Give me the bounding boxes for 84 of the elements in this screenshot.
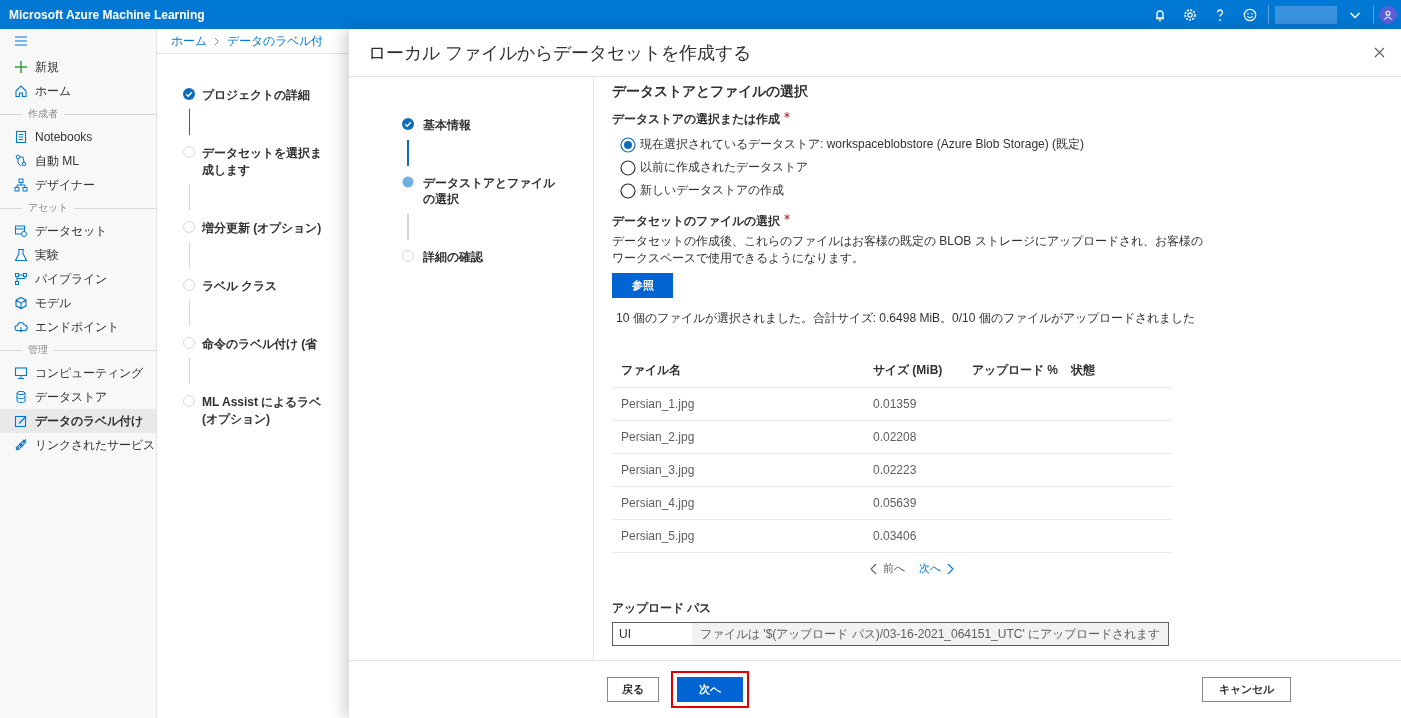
column-header: ファイル名 [612,353,864,388]
dialog-title: ローカル ファイルからデータセットを作成する [368,41,752,65]
table-cell: Persian_4.jpg [612,486,864,520]
table-cell: 0.01359 [864,387,963,421]
nav-item[interactable]: コンピューティング [0,361,156,385]
radio-option[interactable]: 以前に作成されたデータストア [620,159,1212,176]
wizard-step-label: 詳細の確認 [423,250,484,265]
radio-option[interactable]: 新しいデータストアの作成 [620,182,1212,199]
wizard-step-label: 基本情報 [423,118,472,133]
chevron-left-icon [870,562,877,575]
wizard-step-label: 成します [202,162,251,179]
home-icon [14,84,28,98]
back-button[interactable]: 戻る [607,677,659,702]
table-cell: Persian_3.jpg [612,453,864,487]
person-icon [1383,9,1393,20]
nav-item[interactable]: データセット [0,219,156,243]
monitor-icon [14,366,28,380]
column-header: サイズ (MiB) [864,353,963,388]
table-cell: Persian_1.jpg [612,387,864,421]
nav-item[interactable]: データのラベル付け [0,409,156,433]
breadcrumb-link[interactable]: ホーム [171,32,207,50]
wizard-step-label: 増分更新 (オプション) [202,220,322,237]
link-icon [14,438,28,452]
table-cell: 0.02223 [864,453,963,487]
database-icon [14,390,28,404]
close-icon [1374,47,1385,58]
smiley-icon[interactable] [1243,7,1257,22]
chevron-right-icon [947,562,954,575]
field-label: アップロード パス [612,601,713,616]
table-cell: 0.03406 [864,519,963,553]
wizard-step-label: データストアとファイルの選択 [423,176,556,207]
field-label: データストアの選択または作成 [612,112,780,127]
table-cell: Persian_5.jpg [612,519,864,553]
section-header: 管理 [28,343,48,357]
dataset-icon [14,224,28,238]
cancel-button[interactable]: キャンセル [1202,677,1291,702]
breadcrumb-link[interactable]: データのラベル付 [227,32,323,50]
app-title: Microsoft Azure Machine Learning [9,7,206,22]
wizard-step-label: 命令のラベル付け (省 [202,336,318,353]
nav-item[interactable]: エンドポイント [0,315,156,339]
plus-icon [14,60,28,74]
wizard-step-label: プロジェクトの詳細 [202,87,310,104]
nav-item[interactable]: データストア [0,385,156,409]
edit-icon [14,414,28,428]
pipeline-icon [14,272,28,286]
nav-item[interactable]: パイプライン [0,267,156,291]
settings-icon[interactable] [1183,7,1197,22]
nav-item[interactable]: ホーム [0,79,156,103]
hierarchy-icon [14,178,28,192]
notebook-icon [14,130,28,144]
wizard-step-label: ラベル クラス [202,278,278,295]
next-button[interactable]: 次へ [671,671,749,708]
field-label: データセットのファイルの選択 [612,214,780,229]
cube-icon [14,296,28,310]
table-cell: Persian_2.jpg [612,420,864,454]
nav-item[interactable]: Notebooks [0,125,156,149]
description-text: データセットの作成後、これらのファイルはお客様の既定の BLOB ストレージにアップロードされ、お客様のワークスペースで使用できるようになります。 [612,233,1204,267]
table-cell: 0.02208 [864,420,963,454]
browse-button[interactable]: 参照 [612,273,673,298]
column-header: アップロード % [963,353,1062,388]
beaker-icon [14,248,28,262]
radio-option[interactable]: 現在選択されているデータストア: workspaceblobstore (Azure Blob Storage) (既定) [620,136,1212,153]
column-header: 状態 [1062,353,1172,388]
nav-item[interactable]: 新規 [0,55,156,79]
section-header: アセット [28,201,68,215]
nav-item[interactable]: 実験 [0,243,156,267]
nav-item[interactable]: デザイナー [0,173,156,197]
wizard-step-label: データセットを選択ま [202,145,322,162]
account-name-placeholder [1275,5,1337,24]
wizard-step-label: (オプション) [202,411,271,428]
avatar[interactable] [1379,5,1397,24]
notification-bell-icon[interactable] [1153,7,1167,22]
chevron-right-icon [214,36,220,46]
cloud-icon [14,320,28,334]
wizard-step-label: ML Assist によるラベ [202,394,322,411]
section-heading: データストアとファイルの選択 [612,83,809,101]
section-header: 作成者 [28,107,58,121]
next-page-button[interactable]: 次へ [919,561,954,576]
table-cell: 0.05639 [864,486,963,520]
close-button[interactable] [1372,45,1387,60]
nav-item[interactable]: リンクされたサービス [0,433,156,457]
nav-item[interactable]: モデル [0,291,156,315]
selection-summary: 10 個のファイルが選択されました。合計サイズ: 0.6498 MiB。0/10 個のファイルがアップロードされました [616,310,1196,327]
nav-item[interactable]: 自動 ML [0,149,156,173]
